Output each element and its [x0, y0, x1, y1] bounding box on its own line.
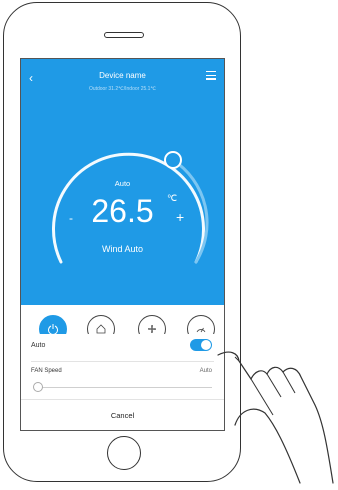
- mode-button-row: [21, 307, 224, 343]
- hand-illustration: [217, 351, 334, 484]
- fan-speed-slider-track[interactable]: [37, 387, 212, 388]
- toggle-knob: [201, 340, 211, 350]
- thermostat-header: ‹ Device name Outdoor 31.2℃/Indoor 25.1℃…: [21, 59, 224, 305]
- app-screen: ‹ Device name Outdoor 31.2℃/Indoor 25.1℃…: [20, 58, 225, 431]
- divider: [21, 399, 224, 400]
- increase-temp-button[interactable]: +: [176, 209, 184, 225]
- fan-speed-slider-handle[interactable]: [33, 382, 43, 392]
- fan-speed-label: FAN Speed: [31, 368, 62, 374]
- auto-toggle[interactable]: [190, 339, 212, 351]
- wind-label: Wind Auto: [101, 244, 144, 254]
- dial-handle[interactable]: [164, 151, 182, 169]
- phone-frame: ‹ Device name Outdoor 31.2℃/Indoor 25.1℃…: [3, 2, 241, 482]
- settings-panel: Auto FAN Speed Auto Cancel: [21, 334, 224, 430]
- fan-speed-value: Auto: [199, 368, 212, 374]
- phone-home-button: [107, 436, 141, 470]
- mode-label: Auto: [114, 179, 131, 188]
- divider: [31, 361, 214, 362]
- temperature-value: 26.5: [91, 193, 154, 229]
- cancel-button[interactable]: Cancel: [21, 411, 224, 420]
- auto-label: Auto: [31, 342, 46, 349]
- temperature-unit: ℃: [167, 193, 178, 203]
- phone-speaker: [104, 32, 144, 38]
